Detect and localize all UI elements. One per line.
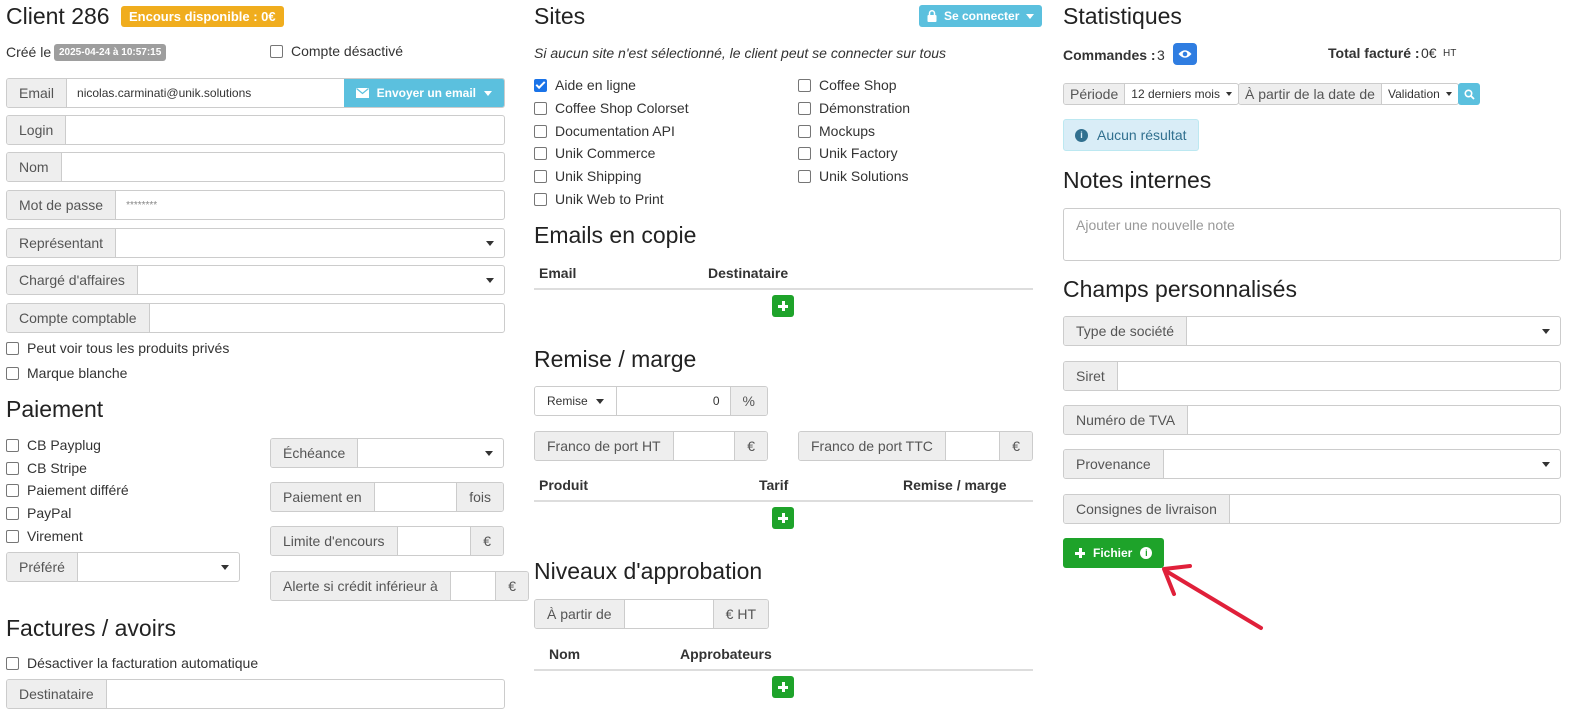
annotation-arrow-icon [1162,564,1263,630]
